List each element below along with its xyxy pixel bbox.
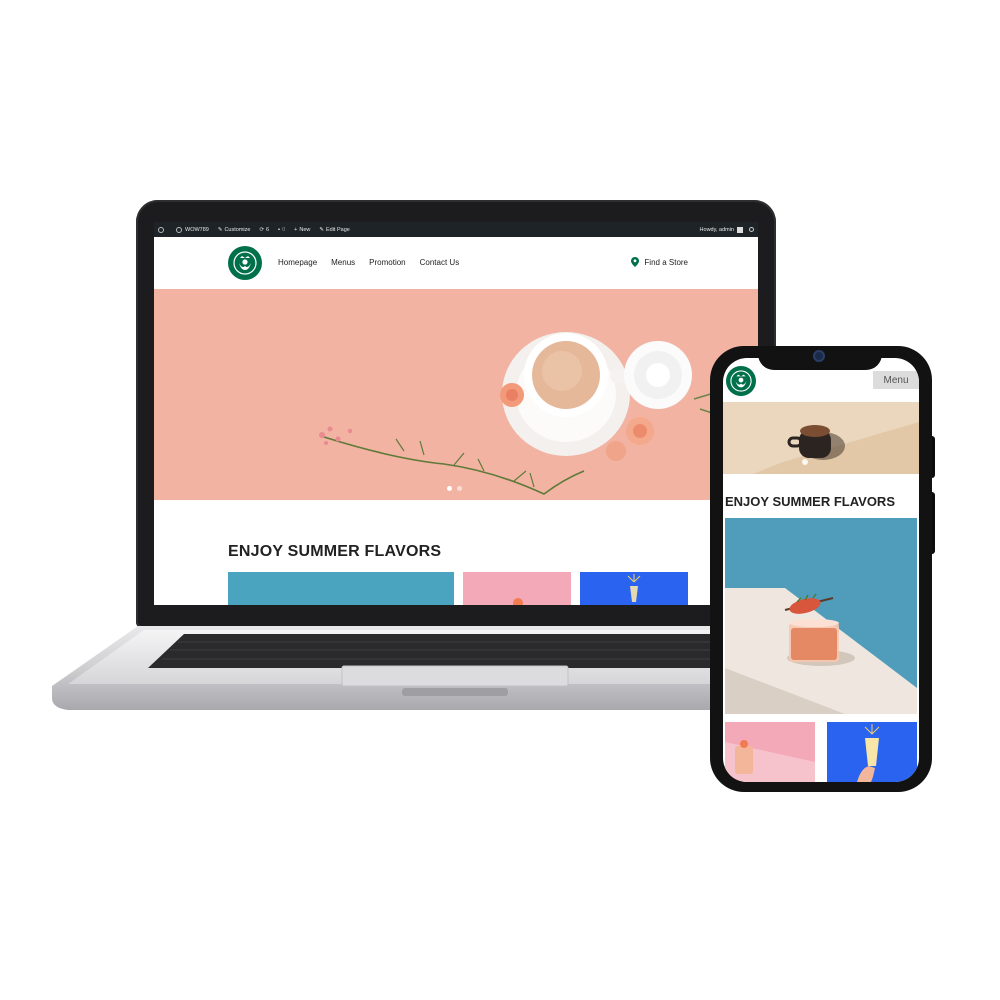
customize-label: Customize	[224, 226, 251, 233]
nav-contact-us[interactable]: Contact Us	[420, 258, 460, 267]
customize-link[interactable]: ✎ Customize	[218, 227, 251, 233]
phone-camera	[813, 350, 825, 362]
mobile-hero-coffee-image	[753, 422, 919, 474]
slider-dot-2[interactable]	[457, 486, 462, 491]
mobile-menu-button[interactable]: Menu	[873, 371, 919, 389]
find-store-link[interactable]: Find a Store	[631, 257, 688, 267]
mobile-product-blue[interactable]	[827, 722, 917, 782]
mobile-hero-slider[interactable]	[723, 402, 919, 474]
mobile-product-pink[interactable]	[725, 722, 815, 782]
card-champagne-image	[627, 574, 641, 602]
new-content-link[interactable]: + New	[294, 227, 310, 233]
product-card-teal[interactable]	[228, 572, 454, 605]
hero-coffee-image	[319, 332, 719, 495]
product-card-pink[interactable]	[463, 572, 571, 605]
map-pin-icon	[631, 257, 640, 267]
refresh-icon: ⟳	[259, 226, 265, 233]
mobile-site-logo[interactable]	[726, 366, 756, 396]
mobile-champagne-image	[857, 724, 880, 782]
updates-count: 6	[266, 226, 270, 233]
product-card-blue[interactable]	[580, 572, 688, 605]
wordpress-menu[interactable]	[158, 226, 167, 233]
avatar[interactable]	[737, 226, 743, 233]
nav-homepage[interactable]: Homepage	[278, 258, 317, 267]
site-logo[interactable]	[228, 246, 262, 280]
site-header: Homepage Menus Promotion Contact Us Find…	[154, 237, 758, 289]
brush-icon: ✎	[217, 226, 223, 233]
main-nav: Homepage Menus Promotion Contact Us	[278, 258, 473, 267]
laptop-screen: WOW789 ✎ Customize ⟳ 6 ▪ 0 + New ✎ Edit Page …	[154, 222, 758, 605]
comment-icon: ▪	[278, 226, 281, 233]
phone-screen: Menu ENJOY SUMMER FLAVORS	[723, 358, 919, 782]
mobile-section-title: ENJOY SUMMER FLAVORS	[725, 494, 895, 509]
comments-count: 0	[282, 226, 286, 233]
wp-admin-bar: WOW789 ✎ Customize ⟳ 6 ▪ 0 + New ✎ Edit Page …	[154, 222, 758, 237]
account-greeting[interactable]: Howdy, admin	[700, 227, 734, 233]
mobile-pink-drink-image	[725, 740, 815, 782]
search-icon[interactable]	[749, 227, 754, 232]
pencil-icon: ✎	[319, 226, 324, 233]
edit-page-label: Edit Page	[325, 226, 350, 233]
hero-slider[interactable]	[154, 289, 758, 500]
site-name-link[interactable]: WOW789	[176, 226, 209, 233]
wordpress-icon	[158, 226, 164, 233]
card-drink-image	[513, 598, 523, 605]
nav-menus[interactable]: Menus	[331, 258, 355, 267]
mermaid-logo-icon	[730, 370, 752, 392]
device-mockup-stage: WOW789 ✎ Customize ⟳ 6 ▪ 0 + New ✎ Edit Page …	[0, 0, 1000, 1000]
dashboard-icon	[176, 226, 182, 233]
updates-link[interactable]: ⟳ 6	[259, 227, 269, 233]
mobile-drink-image	[725, 588, 917, 714]
edit-page-link[interactable]: ✎ Edit Page	[319, 227, 349, 233]
mobile-feature-card[interactable]	[725, 518, 917, 714]
mermaid-logo-icon	[233, 251, 257, 275]
nav-promotion[interactable]: Promotion	[369, 258, 405, 267]
plus-icon: +	[294, 226, 298, 233]
section-title: ENJOY SUMMER FLAVORS	[228, 543, 442, 560]
new-label: New	[299, 226, 311, 233]
slider-dot-1[interactable]	[447, 486, 452, 491]
find-store-label: Find a Store	[644, 257, 688, 267]
site-name: WOW789	[185, 226, 209, 233]
slider-dots	[447, 486, 467, 491]
comments-link[interactable]: ▪ 0	[278, 227, 285, 233]
